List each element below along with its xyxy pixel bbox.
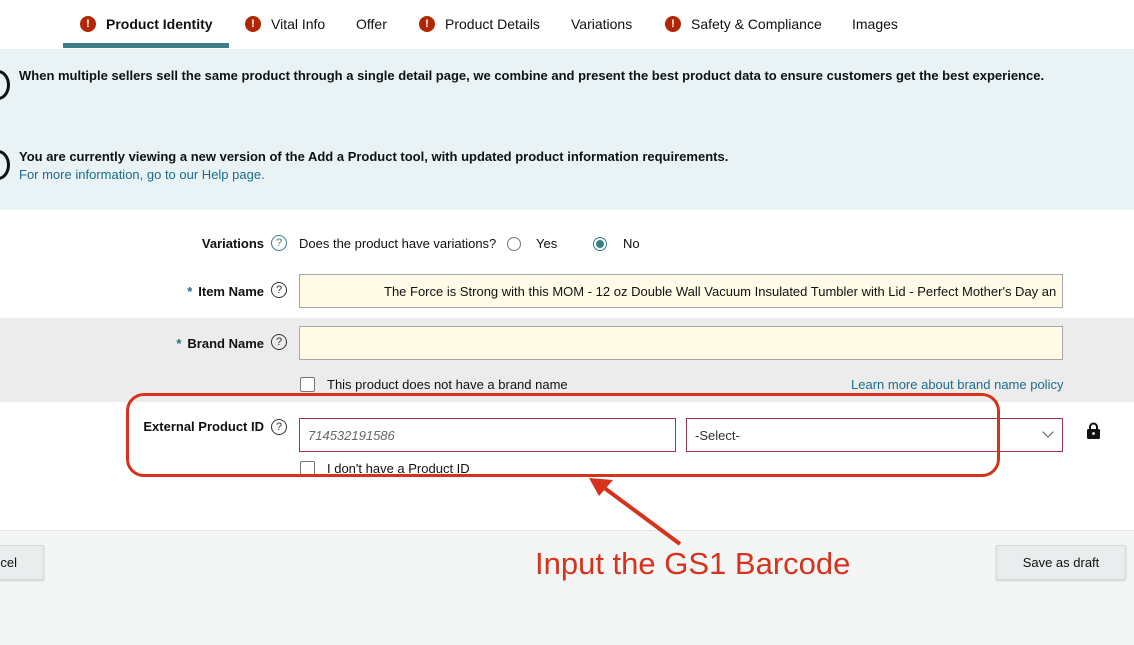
save-as-draft-button[interactable]: Save as draft (996, 545, 1126, 580)
help-icon[interactable]: ? (271, 419, 287, 435)
tab-label: Product Details (445, 16, 540, 32)
brand-policy-link[interactable]: Learn more about brand name policy (851, 377, 1063, 392)
warning-icon: ! (419, 16, 435, 32)
variations-yes-label: Yes (536, 236, 558, 251)
active-tab-indicator (63, 43, 229, 48)
no-brand-checkbox[interactable] (300, 377, 315, 392)
info-banner-new-tool: You are currently viewing a new version … (0, 131, 1134, 210)
tab-variations[interactable]: Variations (571, 0, 632, 48)
variations-question: Does the product have variations? (299, 236, 497, 251)
variations-no-radio[interactable] (593, 237, 607, 251)
tab-label: Safety & Compliance (691, 16, 822, 32)
banner-message: When multiple sellers sell the same prod… (19, 68, 1045, 83)
tab-label: Offer (356, 16, 387, 32)
select-value: -Select- (695, 427, 740, 443)
tab-product-details[interactable]: ! Product Details (419, 0, 540, 48)
cancel-button[interactable]: cel (0, 545, 44, 580)
tab-vital-info[interactable]: ! Vital Info (245, 0, 325, 48)
lock-icon (1087, 422, 1100, 439)
warning-icon: ! (245, 16, 261, 32)
variations-yes-radio[interactable] (507, 237, 521, 251)
annotation-text: Input the GS1 Barcode (535, 546, 851, 581)
tab-offer[interactable]: Offer (356, 0, 387, 48)
variations-no-label: No (623, 236, 640, 251)
tab-label: Images (852, 16, 898, 32)
external-product-id-label: External Product ID (143, 419, 264, 434)
warning-icon: ! (665, 16, 681, 32)
brand-name-label: * Brand Name (120, 336, 264, 351)
help-icon[interactable]: ? (271, 334, 287, 350)
item-name-label: * Item Name (130, 284, 264, 299)
help-icon[interactable]: ? (271, 282, 287, 298)
no-product-id-label: I don't have a Product ID (327, 461, 470, 476)
tab-safety-compliance[interactable]: ! Safety & Compliance (665, 0, 822, 48)
item-name-input[interactable]: The Force is Strong with this MOM - 12 o… (299, 274, 1063, 308)
variations-label: Variations (201, 236, 264, 251)
tab-label: Vital Info (271, 16, 326, 32)
no-product-id-checkbox[interactable] (300, 461, 315, 476)
item-name-label-text: Item Name (198, 284, 264, 299)
warning-icon: ! (80, 16, 96, 32)
save-draft-label: Save as draft (1022, 555, 1100, 570)
external-product-id-input[interactable]: 714532191586 (299, 418, 676, 452)
info-icon (0, 150, 10, 180)
tab-label: Variations (571, 16, 633, 32)
banner-message: You are currently viewing a new version … (19, 149, 729, 164)
no-brand-label: This product does not have a brand name (327, 377, 568, 392)
cancel-button-label: cel (0, 555, 17, 570)
required-mark: * (187, 284, 193, 299)
help-icon[interactable]: ? (271, 235, 287, 251)
tab-label: Product Identity (106, 16, 213, 32)
brand-name-label-text: Brand Name (187, 336, 264, 351)
info-banner-combined-data: When multiple sellers sell the same prod… (0, 49, 1134, 131)
annotation-arrow (589, 478, 682, 546)
tab-bar: ! Product Identity ! Vital Info Offer ! … (0, 0, 1134, 50)
tab-product-identity[interactable]: ! Product Identity (80, 0, 213, 48)
tab-images[interactable]: Images (852, 0, 898, 48)
chevron-down-icon (1042, 426, 1054, 438)
product-id-type-select[interactable]: -Select- (686, 418, 1063, 452)
required-mark: * (176, 336, 182, 351)
help-page-link[interactable]: For more information, go to our Help pag… (19, 167, 265, 182)
brand-name-input[interactable] (299, 326, 1063, 360)
info-icon (0, 70, 10, 100)
